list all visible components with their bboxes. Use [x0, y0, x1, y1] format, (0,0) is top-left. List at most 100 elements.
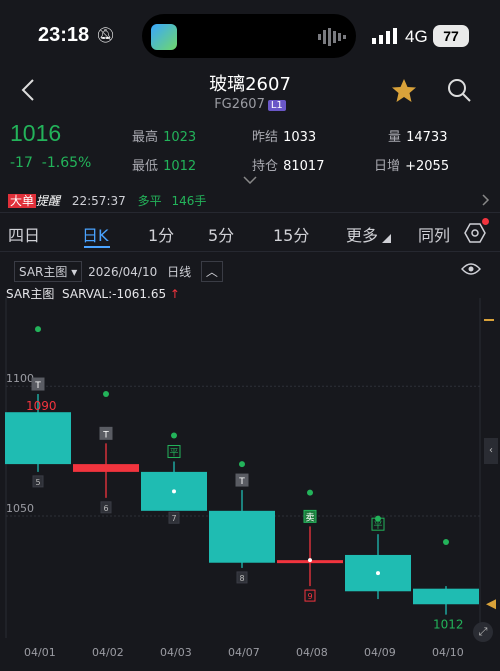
oi-label: 持仓: [252, 159, 279, 174]
sar-dot: [103, 391, 109, 398]
ticker-action: 多平: [137, 194, 162, 208]
more-dropdown-icon[interactable]: [382, 234, 391, 243]
level-badge: L1: [267, 100, 286, 111]
indicator-select-label: SAR主图: [19, 265, 68, 279]
signal-icon: [372, 28, 397, 44]
contract-code: FG2607 L1: [0, 97, 500, 112]
signal-marker-label: T: [238, 477, 245, 487]
bar-count-label: 7: [171, 514, 176, 523]
tab-5min[interactable]: 5分: [208, 222, 234, 246]
sar-dot: [307, 489, 313, 496]
change-pct: -1.65%: [41, 155, 92, 171]
candle-body: [413, 588, 479, 605]
star-icon[interactable]: [391, 78, 417, 103]
daily-add-label: 日增: [374, 159, 401, 174]
collapse-button[interactable]: ︿: [200, 261, 223, 282]
page-title: 玻璃2607: [209, 74, 291, 95]
tab-same-list[interactable]: 同列: [418, 222, 450, 246]
bar-count-label: 6: [103, 504, 108, 513]
ticker-tag-alert: 提醒: [36, 194, 61, 208]
mute-icon: 🔕︎: [96, 26, 116, 44]
battery-level: 77: [433, 25, 469, 47]
ticker-tag-big: 大单: [8, 194, 37, 208]
high-value: 1023: [163, 130, 197, 145]
tab-more[interactable]: 更多: [346, 222, 378, 246]
daily-add-stat: 日增 +2055: [374, 155, 449, 174]
position-dot: [376, 571, 380, 576]
ticker-time: 22:57:37: [71, 194, 126, 208]
big-order-ticker[interactable]: 大单 提醒 22:57:37 多平 146手: [8, 192, 206, 209]
settings-hexagon-icon[interactable]: [464, 222, 486, 244]
app-icon: [151, 24, 177, 50]
tab-four-day[interactable]: 四日: [8, 222, 40, 246]
expand-chevron-icon[interactable]: [243, 176, 257, 184]
volume-label: 量: [388, 130, 402, 145]
low-stat: 最低 1012: [132, 155, 196, 174]
low-label: 最低: [132, 159, 159, 174]
sar-dot: [443, 538, 449, 545]
ticker-qty: 146手: [171, 194, 207, 208]
indicator-bar: SAR主图 ▾ 2026/04/10 日线 ︿: [14, 261, 223, 282]
bar-count-label: 5: [35, 478, 40, 487]
x-tick-label: 04/08: [296, 646, 328, 659]
chart-date: 2026/04/10: [88, 265, 158, 279]
daily-add-value: +2055: [405, 159, 450, 174]
tab-day-k[interactable]: 日K: [82, 222, 109, 246]
tab-15min[interactable]: 15分: [273, 222, 309, 246]
y-tick-label: 1050: [6, 502, 34, 515]
x-tick-label: 04/10: [432, 646, 464, 659]
prev-settle-label: 昨结: [252, 130, 279, 145]
x-tick-label: 04/03: [160, 646, 192, 659]
signal-marker-label: 平: [373, 520, 382, 531]
price-change: -17 -1.65%: [10, 155, 91, 171]
bar-count-label: 9: [307, 592, 312, 601]
min-price-label: 1012: [433, 618, 464, 632]
network-type: 4G: [405, 27, 428, 46]
low-value: 1012: [163, 159, 197, 174]
position-dot: [308, 558, 312, 563]
collapse-side-button[interactable]: ‹: [484, 438, 498, 464]
signal-marker-label: T: [34, 381, 41, 391]
change-abs: -17: [10, 155, 33, 171]
eye-icon[interactable]: [461, 262, 481, 276]
x-tick-label: 04/07: [228, 646, 260, 659]
signal-marker-label: T: [102, 430, 109, 440]
sar-dot: [171, 432, 177, 439]
volume-stat: 量 14733: [388, 126, 447, 145]
volume-value: 14733: [406, 130, 448, 145]
max-price-label: 1090: [26, 399, 57, 413]
candle-body: [73, 464, 139, 472]
active-tab-underline: [84, 246, 110, 248]
position-dot: [172, 489, 176, 494]
candle-body: [5, 412, 71, 465]
x-tick-label: 04/01: [24, 646, 56, 659]
tab-1min[interactable]: 1分: [148, 222, 174, 246]
notification-dot: [482, 218, 489, 225]
fullscreen-icon[interactable]: ⤢: [473, 622, 493, 642]
sar-dot: [35, 326, 41, 333]
bar-count-label: 8: [239, 574, 244, 583]
last-price: 1016: [10, 120, 62, 146]
sar-dot: [239, 461, 245, 468]
prev-settle-value: 1033: [283, 130, 317, 145]
high-label: 最高: [132, 130, 159, 145]
chevron-right-icon[interactable]: [482, 194, 490, 206]
waveform-icon: [318, 28, 346, 46]
oi-stat: 持仓 81017: [252, 155, 324, 174]
prev-settle-stat: 昨结 1033: [252, 126, 316, 145]
high-stat: 最高 1023: [132, 126, 196, 145]
contract-code-text: FG2607: [214, 97, 265, 112]
x-tick-label: 04/09: [364, 646, 396, 659]
last-price-pointer: [486, 599, 496, 610]
signal-marker-label: 平: [169, 448, 178, 459]
oi-value: 81017: [283, 159, 325, 174]
x-tick-label: 04/02: [92, 646, 124, 659]
indicator-select[interactable]: SAR主图 ▾: [14, 261, 83, 282]
y-tick-label: 1100: [6, 372, 34, 385]
candle-body: [209, 510, 275, 563]
signal-marker-label: 卖: [305, 512, 314, 523]
kline-chart[interactable]: 1100 1050 T 5 T 6 平 7 T 8 卖 9 平 1090 1012: [0, 298, 500, 638]
search-icon[interactable]: [447, 78, 471, 103]
chart-period: 日线: [167, 265, 192, 279]
status-time: 23:18: [38, 24, 90, 46]
